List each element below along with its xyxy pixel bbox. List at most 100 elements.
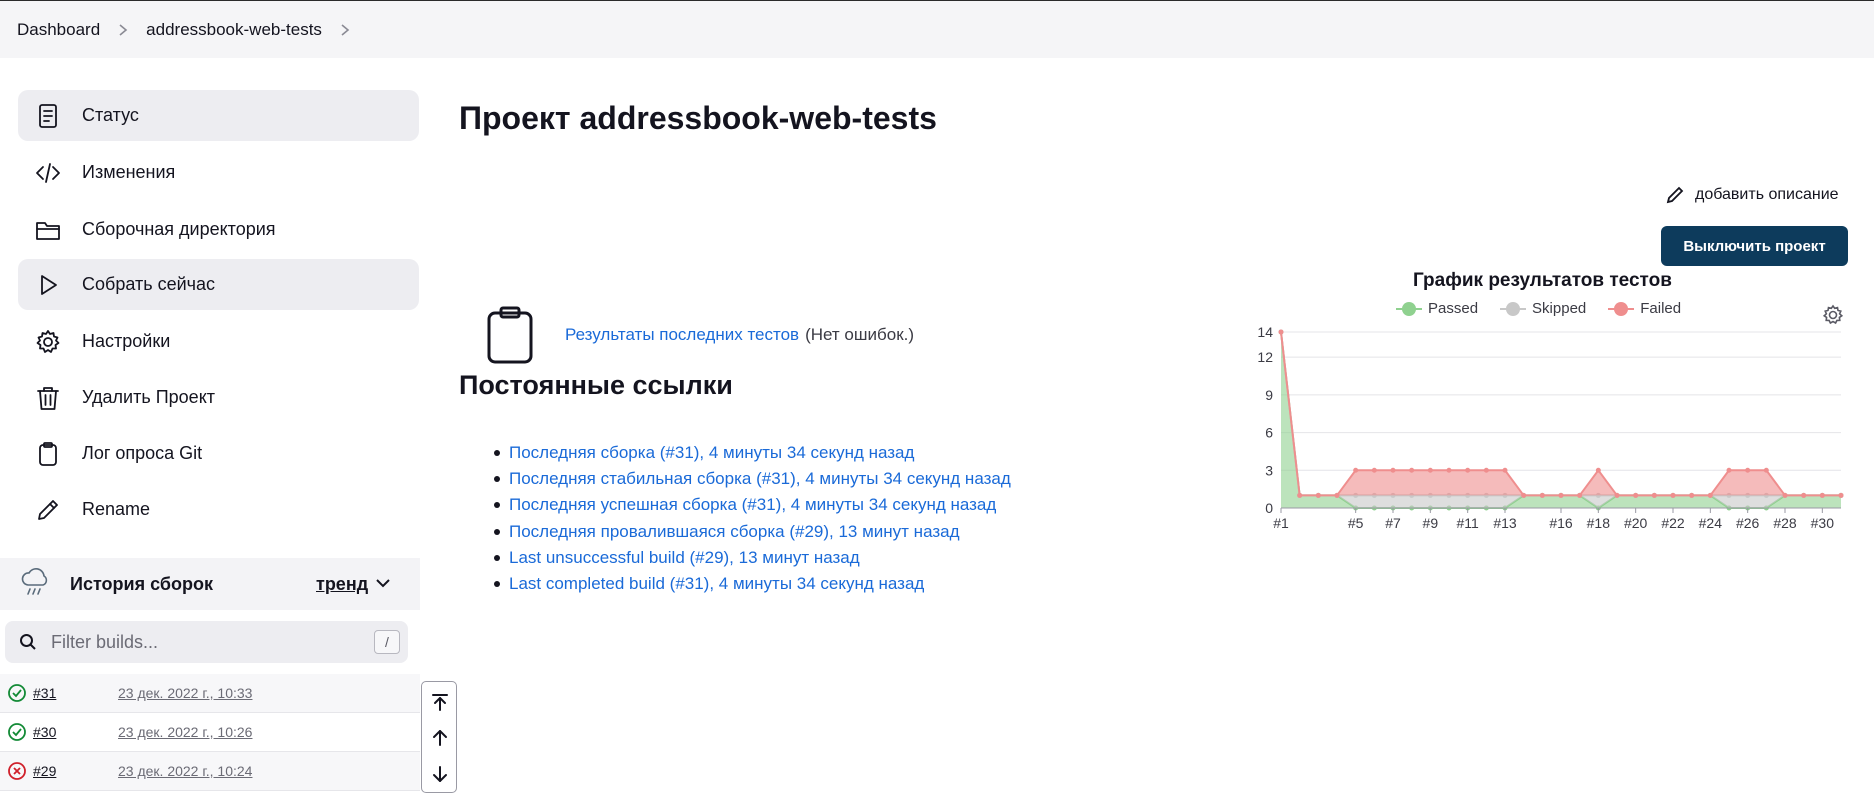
y-tick-label: 12	[1257, 349, 1273, 365]
folder-icon	[34, 216, 62, 244]
data-point-failed	[1670, 492, 1676, 498]
scroll-to-top-button[interactable]	[422, 684, 458, 720]
permalink-last-unsuccessful-build[interactable]: Last unsuccessful build (#29), 13 минут …	[509, 548, 860, 567]
y-tick-label: 6	[1265, 425, 1273, 441]
legend-label: Skipped	[1532, 300, 1587, 317]
sidebar-item-workspace[interactable]: Сборочная директория	[18, 204, 419, 255]
data-point-failed	[1315, 492, 1321, 498]
sidebar-item-status[interactable]: Статус	[18, 90, 419, 141]
chevron-right-icon[interactable]	[338, 23, 352, 37]
sidebar-item-rename[interactable]: Rename	[18, 484, 419, 535]
search-icon	[20, 634, 36, 650]
series-line-failed	[1280, 331, 1841, 497]
data-point-failed	[1838, 492, 1844, 498]
data-point-failed	[1465, 467, 1471, 473]
data-point-failed	[1763, 467, 1769, 473]
build-row: #29 23 дек. 2022 г., 10:24	[0, 752, 420, 791]
list-item: Last completed build (#31), 4 минуты 34 …	[494, 571, 1011, 597]
latest-test-results-note: (Нет ошибок.)	[805, 325, 915, 344]
list-item: Last unsuccessful build (#29), 13 минут …	[494, 545, 1011, 571]
x-tick-label: #7	[1385, 515, 1401, 531]
data-point-failed	[1726, 467, 1732, 473]
pencil-icon	[34, 496, 62, 524]
data-point-failed	[1502, 467, 1508, 473]
sidebar-item-label: Rename	[82, 499, 151, 519]
build-number-link[interactable]: #31	[33, 685, 118, 701]
legend-item-passed[interactable]: Passed	[1396, 300, 1478, 317]
chevron-down-icon[interactable]	[374, 574, 392, 597]
arrow-down-icon	[433, 766, 447, 782]
gear-icon	[34, 328, 62, 356]
permalink-last-stable-build[interactable]: Последняя стабильная сборка (#31), 4 мин…	[509, 469, 1011, 488]
build-date-link[interactable]: 23 дек. 2022 г., 10:24	[118, 763, 252, 779]
x-tick-label: #13	[1493, 515, 1517, 531]
code-icon	[34, 159, 62, 187]
trend-link[interactable]: тренд	[316, 574, 368, 595]
permalink-last-build[interactable]: Последняя сборка (#31), 4 минуты 34 секу…	[509, 443, 914, 462]
scroll-up-button[interactable]	[422, 720, 458, 756]
sidebar-item-label: Удалить Проект	[82, 387, 216, 407]
latest-test-results-link[interactable]: Результаты последних тестов	[565, 325, 799, 345]
clipboard-icon	[34, 440, 62, 468]
data-point-failed	[1390, 467, 1396, 473]
data-point-failed	[1521, 492, 1527, 498]
disable-project-button[interactable]: Выключить проект	[1661, 226, 1848, 266]
breadcrumb-project[interactable]: addressbook-web-tests	[146, 20, 322, 40]
sidebar-item-git-polling-log[interactable]: Лог опроса Git	[18, 428, 419, 479]
filter-builds-input[interactable]	[51, 631, 351, 653]
list-item: Последняя стабильная сборка (#31), 4 мин…	[494, 466, 1011, 492]
data-point-failed	[1446, 467, 1452, 473]
data-point-failed	[1595, 467, 1601, 473]
filter-builds-box: /	[5, 621, 408, 663]
build-history-header: История сборок тренд	[0, 558, 420, 610]
y-tick-label: 3	[1265, 462, 1273, 478]
data-point-failed	[1353, 467, 1359, 473]
build-number-link[interactable]: #30	[33, 724, 118, 740]
sidebar-item-configure[interactable]: Настройки	[18, 316, 419, 367]
sidebar-item-build-now[interactable]: Собрать сейчас	[18, 259, 419, 310]
build-date-link[interactable]: 23 дек. 2022 г., 10:26	[118, 724, 252, 740]
permalink-last-failed-build[interactable]: Последняя провалившаяся сборка (#29), 13…	[509, 522, 960, 541]
legend-item-skipped[interactable]: Skipped	[1500, 300, 1586, 317]
sidebar-item-label: Сборочная директория	[82, 219, 276, 239]
sidebar-item-label: Собрать сейчас	[82, 274, 216, 294]
legend-item-failed[interactable]: Failed	[1608, 300, 1681, 317]
build-date-link[interactable]: 23 дек. 2022 г., 10:33	[118, 685, 252, 701]
breadcrumb-dashboard[interactable]: Dashboard	[17, 20, 100, 40]
sidebar-item-label: Лог опроса Git	[82, 443, 203, 463]
data-point-failed	[1707, 492, 1713, 498]
sidebar-item-delete-project[interactable]: Удалить Проект	[18, 372, 419, 423]
legend-swatch-passed	[1396, 301, 1422, 316]
data-point-failed	[1819, 492, 1825, 498]
x-tick-label: #16	[1549, 515, 1573, 531]
build-history-title: История сборок	[70, 573, 213, 594]
x-tick-label: #28	[1773, 515, 1797, 531]
x-tick-label: #11	[1457, 515, 1480, 531]
build-number-link[interactable]: #29	[33, 763, 118, 779]
permalinks-list: Последняя сборка (#31), 4 минуты 34 секу…	[494, 440, 1011, 597]
legend-label: Failed	[1640, 300, 1682, 317]
chart-legend: Passed Skipped Failed	[1396, 300, 1703, 317]
failed-x-icon	[8, 762, 26, 780]
scroll-down-button[interactable]	[422, 756, 458, 792]
data-point-failed	[1371, 467, 1377, 473]
permalink-last-successful-build[interactable]: Последняя успешная сборка (#31), 4 минут…	[509, 495, 996, 514]
data-point-failed	[1278, 329, 1284, 335]
page-title: Проект addressbook-web-tests	[459, 100, 937, 136]
sidebar-item-changes[interactable]: Изменения	[18, 147, 419, 198]
y-tick-label: 14	[1257, 324, 1273, 340]
filter-shortcut-badge: /	[374, 630, 400, 654]
chevron-right-icon[interactable]	[116, 23, 130, 37]
data-point-failed	[1334, 492, 1340, 498]
status-icon	[34, 102, 62, 130]
data-point-failed	[1483, 467, 1489, 473]
build-row: #30 23 дек. 2022 г., 10:26	[0, 713, 420, 752]
data-point-failed	[1782, 492, 1788, 498]
x-tick-label: #20	[1624, 515, 1648, 531]
permalink-last-completed-build[interactable]: Last completed build (#31), 4 минуты 34 …	[509, 574, 924, 593]
sidebar-item-label: Статус	[82, 105, 139, 125]
weather-rain-icon	[20, 567, 50, 602]
data-point-failed	[1558, 492, 1564, 498]
success-check-icon	[8, 723, 26, 741]
add-description-link[interactable]: добавить описание	[1665, 185, 1839, 205]
